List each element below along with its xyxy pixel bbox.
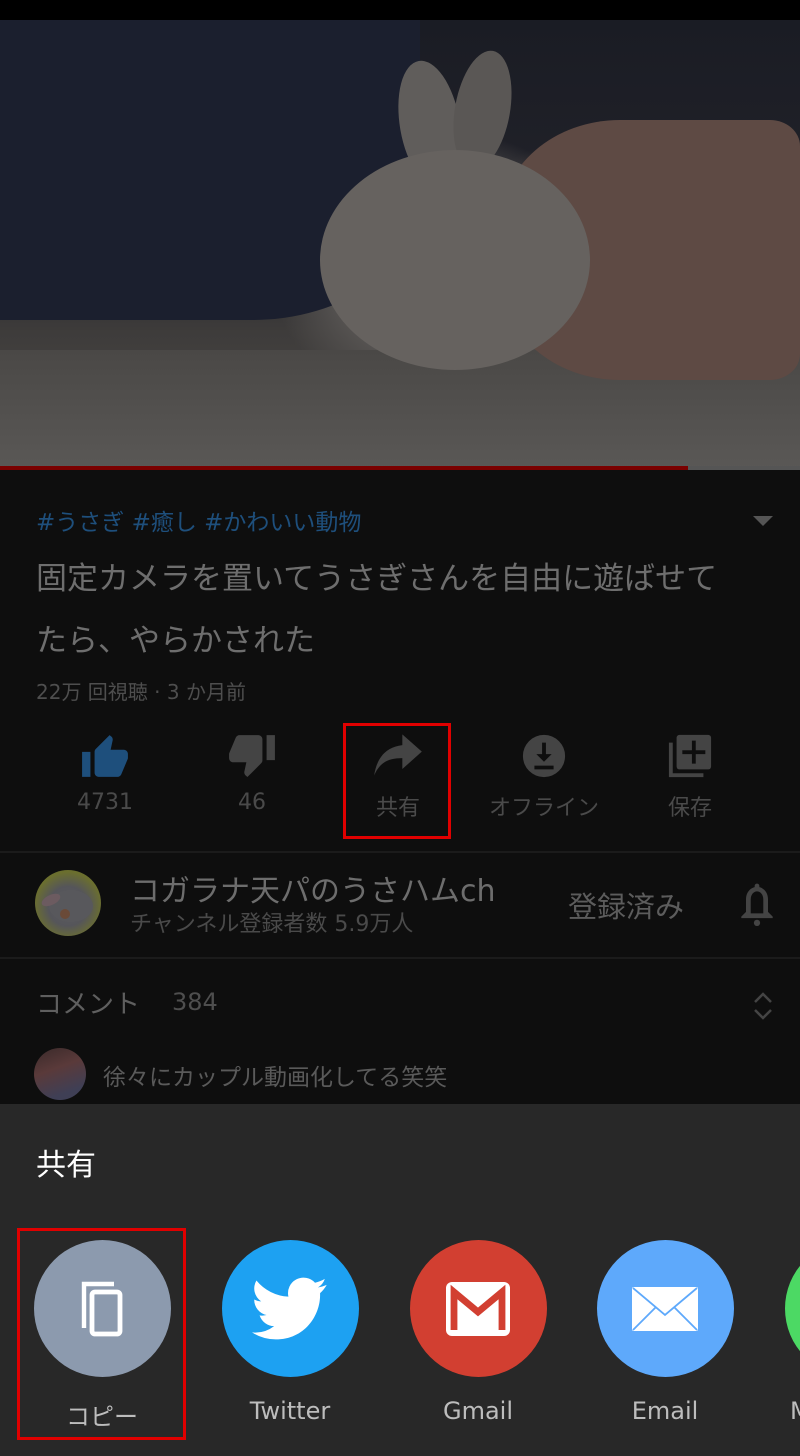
like-count: 4731 xyxy=(77,790,133,815)
comments-count: 384 xyxy=(172,988,218,1016)
share-target-label: Gmail xyxy=(442,1397,514,1425)
divider xyxy=(0,851,800,853)
video-hashtags[interactable]: #うさぎ #癒し #かわいい動物 xyxy=(36,503,361,537)
video-player[interactable] xyxy=(0,20,800,466)
thumbs-down-icon xyxy=(197,728,307,784)
twitter-circle xyxy=(221,1240,359,1377)
share-target-email[interactable]: Email xyxy=(590,1240,740,1425)
video-progress-bar[interactable] xyxy=(0,466,800,470)
dislike-count: 46 xyxy=(238,790,266,815)
channel-name[interactable]: コガラナ天パのうさハムch xyxy=(130,866,496,910)
share-target-label: M xyxy=(778,1397,800,1425)
email-icon xyxy=(632,1286,698,1331)
gmail-circle xyxy=(409,1240,547,1377)
divider xyxy=(0,957,800,959)
channel-subscriber-count: チャンネル登録者数 5.9万人 xyxy=(130,912,414,937)
channel-avatar[interactable] xyxy=(35,870,101,936)
video-meta: 22万 回視聴 · 3 か月前 xyxy=(36,680,246,704)
subscribed-button[interactable]: 登録済み xyxy=(568,884,684,926)
email-circle xyxy=(596,1240,734,1377)
copy-highlight-box xyxy=(17,1228,186,1440)
twitter-icon xyxy=(252,1277,327,1339)
share-sheet-title: 共有 xyxy=(36,1148,96,1183)
top-comment[interactable]: 徐々にカップル動画化してる笑笑 xyxy=(103,1058,447,1092)
save-label: 保存 xyxy=(667,796,712,821)
share-target-messages[interactable]: M xyxy=(778,1240,800,1425)
offline-label: オフライン xyxy=(489,796,600,821)
share-highlight-box xyxy=(343,723,451,839)
dislike-button[interactable]: 46 xyxy=(197,728,307,815)
offline-button[interactable]: オフライン xyxy=(489,728,599,822)
thumbs-up-icon xyxy=(50,728,160,784)
share-target-label: Email xyxy=(631,1397,699,1425)
like-button[interactable]: 4731 xyxy=(50,728,160,815)
save-button[interactable]: 保存 xyxy=(635,728,745,822)
video-frame-rabbit xyxy=(320,150,590,370)
share-target-twitter[interactable]: Twitter xyxy=(215,1240,365,1425)
expand-comments-icon[interactable] xyxy=(752,990,774,1026)
add-to-playlist-icon xyxy=(635,728,745,784)
messages-circle xyxy=(784,1240,800,1377)
comment-author-avatar[interactable] xyxy=(34,1048,86,1100)
expand-description-icon[interactable] xyxy=(753,516,773,526)
video-title: 固定カメラを置いてうさぎさんを自由に遊ばせてたら、やらかされた xyxy=(36,561,718,659)
share-target-label: Twitter xyxy=(249,1397,331,1425)
gmail-icon xyxy=(446,1281,510,1336)
video-progress-fill xyxy=(0,466,688,470)
download-icon xyxy=(489,728,599,784)
status-bar xyxy=(0,0,800,20)
share-target-gmail[interactable]: Gmail xyxy=(403,1240,553,1425)
notification-bell-icon[interactable] xyxy=(738,882,776,930)
comments-label[interactable]: コメント xyxy=(36,984,140,1021)
